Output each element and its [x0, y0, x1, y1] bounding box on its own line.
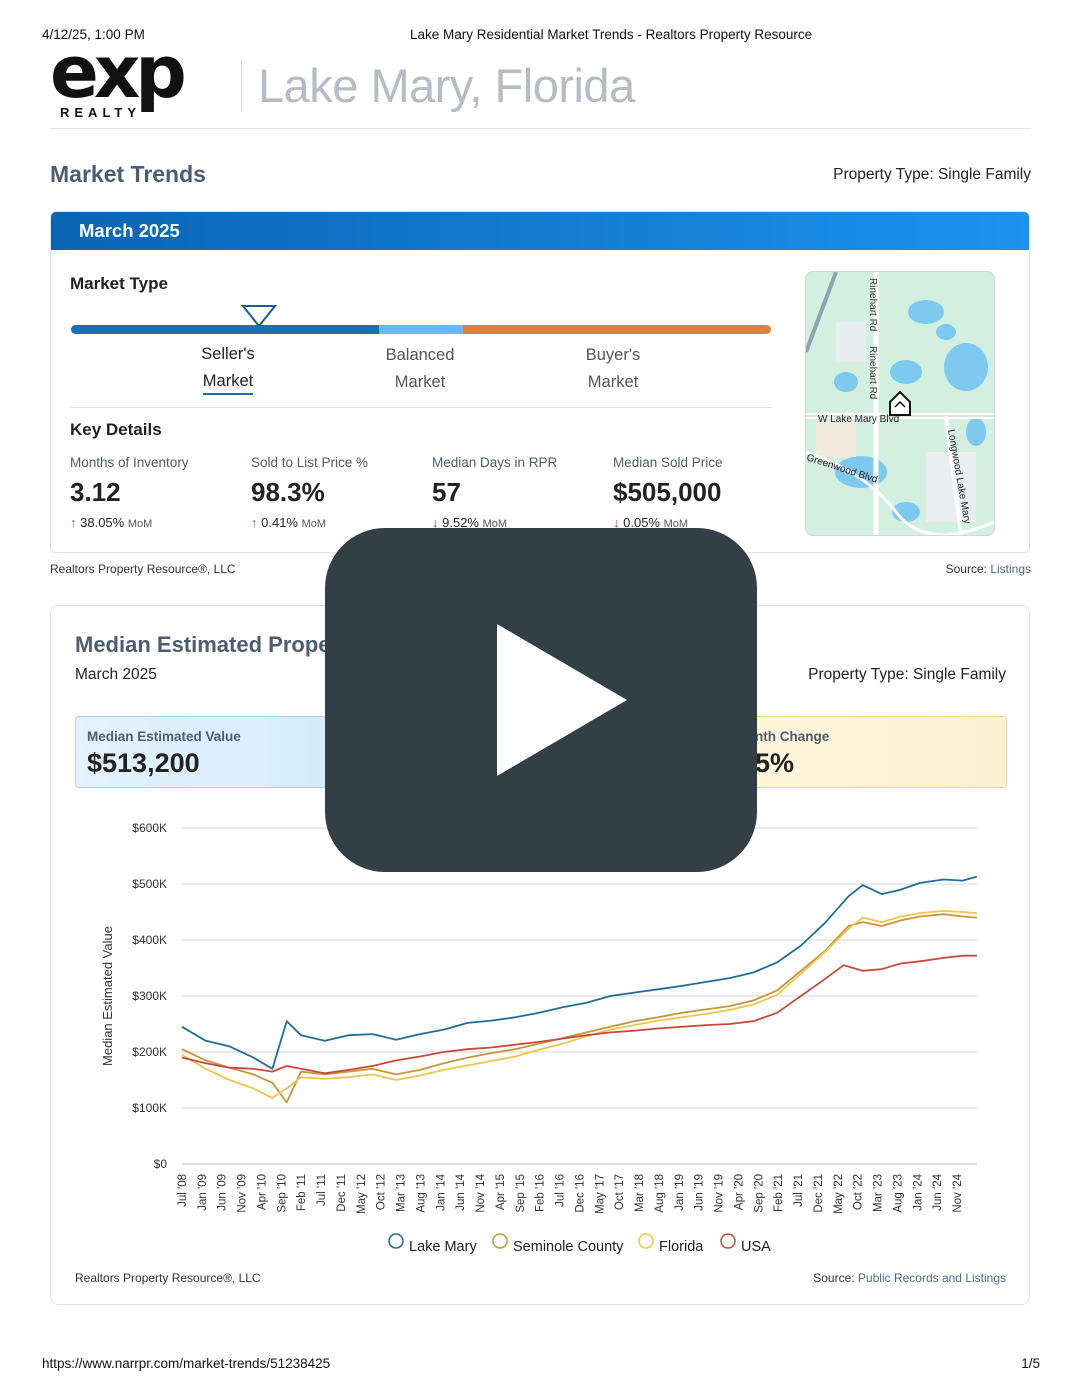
print-url: https://www.narrpr.com/market-trends/512…: [42, 1356, 331, 1371]
x-tick-label: Jan '24: [912, 1173, 924, 1210]
card2-footer-right: Source: Public Records and Listings: [813, 1271, 1006, 1285]
x-tick-label: Aug '23: [892, 1174, 904, 1213]
y-tick-label: $100K: [132, 1101, 167, 1115]
x-tick-label: Oct '17: [614, 1174, 626, 1210]
x-tick-label: Jan '19: [674, 1174, 686, 1211]
legend-marker: [720, 1233, 736, 1249]
x-tick-label: Apr '20: [733, 1174, 745, 1210]
footer-company-suffix: ®, LLC: [223, 1271, 261, 1285]
footer-source-value[interactable]: Public Records and Listings: [858, 1271, 1006, 1285]
footer-source-label: Source:: [813, 1271, 855, 1285]
legend-marker: [638, 1233, 654, 1249]
x-tick-label: Nov '14: [475, 1173, 487, 1212]
y-tick-label: $600K: [132, 821, 167, 835]
x-tick-label: Jun '24: [932, 1173, 944, 1210]
y-tick-label: $200K: [132, 1045, 167, 1059]
x-tick-label: Feb '16: [535, 1174, 547, 1212]
series-line-seminole-county: [181, 913, 978, 1104]
legend-label: Seminole County: [513, 1239, 624, 1255]
series-line-usa: [181, 954, 977, 1075]
x-tick-label: Nov '09: [237, 1174, 249, 1213]
x-tick-label: Jan '09: [197, 1174, 209, 1211]
x-tick-label: Sep '10: [276, 1174, 288, 1213]
x-tick-label: Jul '08: [177, 1174, 189, 1207]
x-tick-label: Dec '21: [813, 1174, 825, 1213]
x-tick-label: Aug '18: [654, 1174, 666, 1213]
x-tick-label: May '17: [594, 1174, 606, 1214]
x-tick-label: Feb '11: [296, 1174, 308, 1211]
x-tick-label: Apr '15: [495, 1174, 507, 1210]
y-tick-label: $0: [154, 1157, 168, 1171]
x-tick-label: Jun '19: [694, 1174, 706, 1211]
y-tick-label: $500K: [132, 877, 167, 891]
legend-marker: [492, 1233, 508, 1249]
x-tick-label: Sep '20: [753, 1174, 765, 1213]
x-tick-label: Mar '13: [396, 1174, 408, 1212]
legend-label: Florida: [659, 1239, 704, 1255]
x-tick-label: Jul '16: [555, 1174, 567, 1207]
video-play-button[interactable]: [325, 528, 757, 872]
x-tick-label: Jul '11: [316, 1174, 328, 1206]
x-tick-label: Aug '13: [415, 1174, 427, 1213]
legend-marker: [388, 1233, 404, 1249]
x-tick-label: Nov '19: [714, 1174, 726, 1213]
y-axis-label: Median Estimated Value: [100, 926, 115, 1066]
footer-company: Realtors Property Resource: [75, 1271, 224, 1285]
x-tick-label: Oct '22: [853, 1174, 865, 1210]
x-tick-label: Jun '09: [217, 1174, 229, 1211]
x-tick-label: May '12: [356, 1174, 368, 1214]
x-tick-label: Apr '10: [256, 1174, 268, 1210]
x-tick-label: Dec '11: [336, 1174, 348, 1212]
x-tick-label: Jan '14: [435, 1173, 447, 1210]
y-tick-label: $400K: [132, 933, 167, 947]
card2-footer-left: Realtors Property Resource®, LLC: [75, 1271, 261, 1285]
y-tick-label: $300K: [132, 989, 167, 1003]
play-icon: [497, 624, 627, 776]
x-tick-label: Mar '23: [873, 1174, 885, 1212]
x-tick-label: Jul '21: [793, 1174, 805, 1207]
x-tick-label: May '22: [833, 1174, 845, 1214]
x-tick-label: Dec '16: [574, 1174, 586, 1213]
x-tick-label: Jun '14: [455, 1173, 467, 1210]
legend-label: USA: [741, 1239, 771, 1255]
x-tick-label: Sep '15: [515, 1174, 527, 1213]
series-line-lake-mary: [181, 875, 978, 1070]
x-tick-label: Mar '18: [634, 1174, 646, 1212]
legend-label: Lake Mary: [409, 1239, 477, 1255]
x-tick-label: Oct '12: [376, 1174, 388, 1210]
x-tick-label: Nov '24: [952, 1173, 964, 1212]
print-page-number: 1/5: [1021, 1356, 1040, 1371]
x-tick-label: Feb '21: [773, 1174, 785, 1212]
